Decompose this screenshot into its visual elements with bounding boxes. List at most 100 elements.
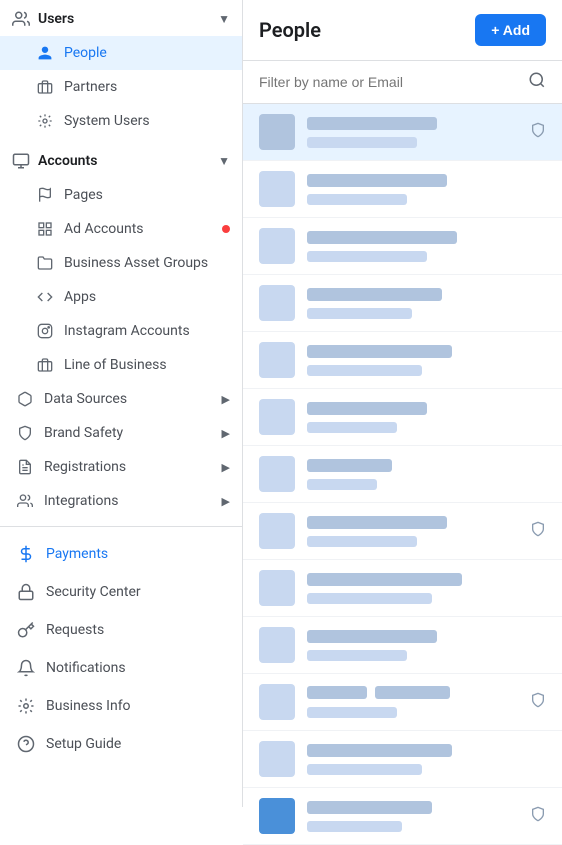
person-name-blur xyxy=(307,288,442,301)
accounts-section-title: Accounts xyxy=(12,152,97,170)
table-row[interactable] xyxy=(243,503,562,560)
sidebar-item-brand-safety[interactable]: Brand Safety ▶ xyxy=(0,416,242,450)
sidebar: Users ▼ People Partners System U xyxy=(0,0,243,807)
avatar xyxy=(259,342,295,378)
person-info xyxy=(307,516,518,547)
shield-icon xyxy=(530,806,546,826)
person-info xyxy=(307,744,546,775)
business-asset-groups-icon xyxy=(36,254,54,272)
person-email-blur xyxy=(307,650,407,661)
sidebar-item-data-sources[interactable]: Data Sources ▶ xyxy=(0,382,242,416)
integrations-arrow-icon: ▶ xyxy=(222,495,230,508)
table-row[interactable] xyxy=(243,104,562,161)
sidebar-item-ad-accounts[interactable]: Ad Accounts xyxy=(0,212,242,246)
sidebar-item-line-of-business[interactable]: Line of Business xyxy=(0,348,242,382)
requests-icon xyxy=(16,620,36,640)
sidebar-item-registrations[interactable]: Registrations ▶ xyxy=(0,450,242,484)
table-row[interactable] xyxy=(243,332,562,389)
person-info xyxy=(307,174,546,205)
avatar xyxy=(259,171,295,207)
payments-icon xyxy=(16,544,36,564)
search-icon[interactable] xyxy=(528,71,546,93)
person-email-blur xyxy=(307,707,397,718)
avatar xyxy=(259,570,295,606)
person-info xyxy=(307,402,546,433)
sidebar-item-notifications[interactable]: Notifications xyxy=(0,649,242,687)
table-row[interactable] xyxy=(243,446,562,503)
avatar xyxy=(259,399,295,435)
person-info xyxy=(307,231,546,262)
sidebar-item-security-center[interactable]: Security Center xyxy=(0,573,242,611)
person-info xyxy=(307,459,546,490)
brand-safety-icon xyxy=(16,424,34,442)
brand-safety-arrow-icon: ▶ xyxy=(222,427,230,440)
sidebar-item-partners[interactable]: Partners xyxy=(0,70,242,104)
table-row[interactable] xyxy=(243,617,562,674)
person-name-blur xyxy=(307,231,457,244)
filter-input[interactable] xyxy=(259,74,520,90)
avatar xyxy=(259,228,295,264)
person-name-blur xyxy=(307,801,432,814)
main-content: People + Add xyxy=(243,0,562,845)
person-email-blur xyxy=(307,365,422,376)
system-users-icon xyxy=(36,112,54,130)
person-icon xyxy=(36,44,54,62)
registrations-arrow-icon: ▶ xyxy=(222,461,230,474)
shield-icon xyxy=(530,521,546,541)
person-name-blur xyxy=(307,459,392,472)
users-section-header[interactable]: Users ▼ xyxy=(0,0,242,36)
partners-icon xyxy=(36,78,54,96)
shield-icon xyxy=(530,122,546,142)
data-sources-icon xyxy=(16,390,34,408)
avatar xyxy=(259,456,295,492)
person-info xyxy=(307,117,518,148)
avatar xyxy=(259,741,295,777)
accounts-chevron-icon: ▼ xyxy=(218,154,230,168)
person-name-blob1 xyxy=(307,686,367,699)
table-row[interactable] xyxy=(243,674,562,731)
person-info xyxy=(307,801,518,832)
person-name-blob2 xyxy=(375,686,450,699)
business-info-icon xyxy=(16,696,36,716)
person-email-blur xyxy=(307,821,402,832)
person-email-blur xyxy=(307,764,422,775)
person-email-blur xyxy=(307,308,412,319)
table-row[interactable] xyxy=(243,560,562,617)
users-section-icon xyxy=(12,10,30,28)
table-row[interactable] xyxy=(243,389,562,446)
accounts-section-icon xyxy=(12,152,30,170)
sidebar-item-instagram-accounts[interactable]: Instagram Accounts xyxy=(0,314,242,348)
person-info xyxy=(307,573,546,604)
table-row[interactable] xyxy=(243,218,562,275)
main-header: People + Add xyxy=(243,0,562,61)
avatar xyxy=(259,114,295,150)
sidebar-item-requests[interactable]: Requests xyxy=(0,611,242,649)
registrations-icon xyxy=(16,458,34,476)
ad-accounts-icon xyxy=(36,220,54,238)
add-button[interactable]: + Add xyxy=(475,14,546,46)
ad-accounts-badge xyxy=(222,225,230,233)
users-section-title: Users xyxy=(12,10,74,28)
sidebar-item-system-users[interactable]: System Users xyxy=(0,104,242,138)
sidebar-item-pages[interactable]: Pages xyxy=(0,178,242,212)
table-row[interactable] xyxy=(243,731,562,788)
accounts-section-header[interactable]: Accounts ▼ xyxy=(0,142,242,178)
sidebar-item-payments[interactable]: Payments xyxy=(0,535,242,573)
sidebar-item-apps[interactable]: Apps xyxy=(0,280,242,314)
person-name-blur xyxy=(307,573,462,586)
table-row[interactable] xyxy=(243,788,562,845)
table-row[interactable] xyxy=(243,275,562,332)
table-row[interactable] xyxy=(243,161,562,218)
sidebar-item-integrations[interactable]: Integrations ▶ xyxy=(0,484,242,518)
sidebar-item-business-info[interactable]: Business Info xyxy=(0,687,242,725)
people-list xyxy=(243,104,562,845)
sidebar-item-business-asset-groups[interactable]: Business Asset Groups xyxy=(0,246,242,280)
sidebar-item-setup-guide[interactable]: Setup Guide xyxy=(0,725,242,763)
line-of-business-icon xyxy=(36,356,54,374)
person-info xyxy=(307,686,518,718)
shield-icon xyxy=(530,692,546,712)
sidebar-item-people[interactable]: People xyxy=(0,36,242,70)
person-email-blur xyxy=(307,479,377,490)
person-info xyxy=(307,345,546,376)
setup-guide-icon xyxy=(16,734,36,754)
